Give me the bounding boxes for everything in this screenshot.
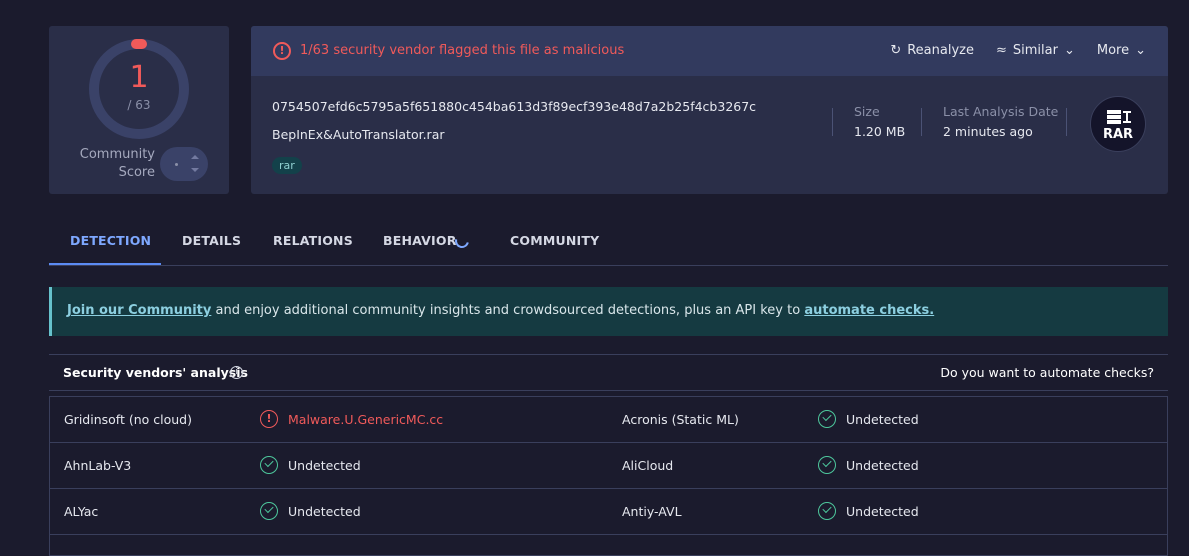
vendor-name: Acronis (Static ML) bbox=[622, 412, 739, 427]
community-score-dot bbox=[175, 163, 178, 166]
divider bbox=[832, 108, 833, 136]
last-analysis-value: 2 minutes ago bbox=[943, 124, 1033, 139]
report-tabs: DETECTION DETAILS RELATIONS BEHAVIOR COM… bbox=[49, 222, 1168, 266]
downvote-icon[interactable] bbox=[191, 168, 199, 172]
active-tab-indicator bbox=[49, 263, 161, 265]
upvote-icon[interactable] bbox=[191, 155, 199, 159]
file-alert-header: ! 1/63 security vendor flagged this file… bbox=[251, 26, 1168, 76]
detection-gauge: 1 / 63 bbox=[88, 38, 190, 140]
archive-icon bbox=[1107, 110, 1131, 124]
check-circle-icon bbox=[260, 502, 278, 520]
file-type-badge: RAR bbox=[1090, 96, 1146, 152]
check-circle-icon bbox=[260, 456, 278, 474]
automate-checks-prompt[interactable]: Do you want to automate checks? bbox=[940, 365, 1154, 380]
tab-details[interactable]: DETAILS bbox=[182, 233, 241, 248]
check-circle-icon bbox=[818, 456, 836, 474]
vendor-name: Gridinsoft (no cloud) bbox=[64, 412, 192, 427]
more-button[interactable]: More ⌄ bbox=[1097, 43, 1146, 58]
table-row: ALYac Undetected Antiy-AVL Undetected bbox=[50, 489, 1167, 535]
file-hash[interactable]: 0754507efd6c5795a5f651880c454ba613d3f89e… bbox=[272, 99, 756, 114]
divider bbox=[1066, 108, 1067, 136]
vendor-result: Undetected bbox=[288, 504, 361, 519]
file-actions: ↻ Reanalyze ≈ Similar ⌄ More ⌄ bbox=[890, 43, 1146, 58]
chevron-down-icon: ⌄ bbox=[1135, 43, 1146, 58]
automate-checks-link[interactable]: automate checks. bbox=[804, 303, 934, 318]
divider bbox=[921, 108, 922, 136]
size-label: Size bbox=[854, 104, 880, 119]
alert-message: 1/63 security vendor flagged this file a… bbox=[300, 43, 625, 58]
detection-count: 1 bbox=[129, 60, 149, 95]
vendor-result: Undetected bbox=[846, 458, 919, 473]
join-community-link[interactable]: Join our Community bbox=[67, 303, 211, 318]
vendor-result: Undetected bbox=[288, 458, 361, 473]
check-circle-icon bbox=[818, 410, 836, 428]
alert-icon: ! bbox=[273, 42, 291, 60]
last-analysis-label: Last Analysis Date bbox=[943, 104, 1059, 119]
vendor-name: AliCloud bbox=[622, 458, 674, 473]
table-row: AhnLab-V3 Undetected AliCloud Undetected bbox=[50, 443, 1167, 489]
community-banner: Join our Community and enjoy additional … bbox=[49, 287, 1168, 336]
tab-behavior[interactable]: BEHAVIOR bbox=[383, 233, 457, 248]
banner-text: and enjoy additional community insights … bbox=[211, 303, 805, 318]
vendors-header: Security vendors' analysis i Do you want… bbox=[49, 354, 1168, 391]
vendors-table: Gridinsoft (no cloud) ! Malware.U.Generi… bbox=[49, 396, 1168, 556]
malicious-icon: ! bbox=[260, 410, 278, 428]
vendors-title: Security vendors' analysis bbox=[63, 365, 248, 380]
vendor-name: Antiy-AVL bbox=[622, 504, 682, 519]
file-summary-card: ! 1/63 security vendor flagged this file… bbox=[251, 26, 1168, 194]
vendor-result: Malware.U.GenericMC.cc bbox=[288, 412, 444, 427]
info-icon[interactable]: i bbox=[230, 366, 243, 379]
vendor-name: ALYac bbox=[64, 504, 99, 519]
file-tag[interactable]: rar bbox=[272, 157, 302, 174]
file-type-label: RAR bbox=[1102, 127, 1134, 142]
reanalyze-button[interactable]: ↻ Reanalyze bbox=[890, 43, 974, 58]
tab-relations[interactable]: RELATIONS bbox=[273, 233, 353, 248]
check-circle-icon bbox=[818, 502, 836, 520]
vendor-result: Undetected bbox=[846, 504, 919, 519]
similar-icon: ≈ bbox=[995, 43, 1007, 58]
similar-button[interactable]: ≈ Similar ⌄ bbox=[996, 43, 1075, 58]
community-score-label: Community Score bbox=[79, 147, 155, 180]
detection-score-card: 1 / 63 Community Score bbox=[49, 26, 229, 194]
tab-community[interactable]: COMMUNITY bbox=[510, 233, 599, 248]
vendor-result: Undetected bbox=[846, 412, 919, 427]
community-score-vote[interactable] bbox=[160, 147, 208, 181]
file-name: BepInEx&AutoTranslator.rar bbox=[272, 127, 445, 142]
size-value: 1.20 MB bbox=[854, 124, 906, 139]
vendor-name: AhnLab-V3 bbox=[64, 458, 132, 473]
table-row: Gridinsoft (no cloud) ! Malware.U.Generi… bbox=[50, 397, 1167, 443]
tab-detection[interactable]: DETECTION bbox=[70, 233, 151, 248]
engine-total: / 63 bbox=[127, 98, 151, 112]
refresh-icon: ↻ bbox=[890, 43, 902, 58]
chevron-down-icon: ⌄ bbox=[1063, 43, 1075, 58]
